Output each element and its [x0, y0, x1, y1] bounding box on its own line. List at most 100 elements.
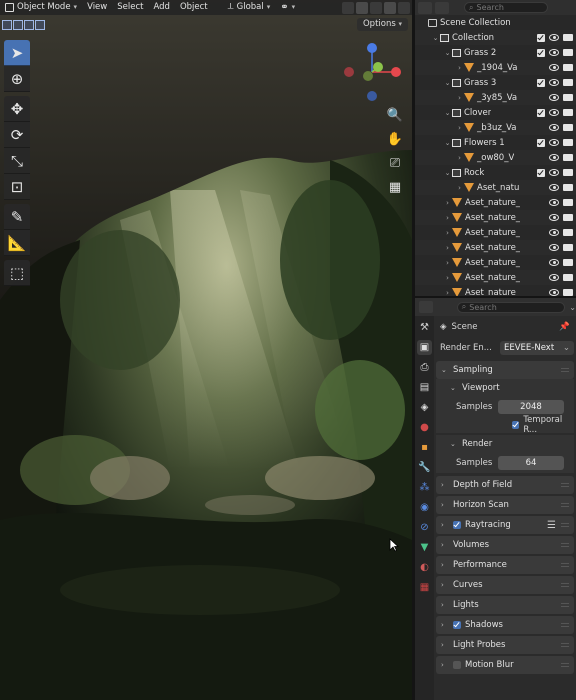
gizmo-neg-x-icon[interactable] [344, 67, 354, 77]
chevron-down-icon[interactable]: ⌄ [431, 34, 440, 42]
chevron-right-icon[interactable]: › [455, 124, 464, 132]
panel-enable-checkbox[interactable] [453, 521, 461, 529]
cursor-tool-button[interactable]: ⊕ [4, 66, 30, 92]
chevron-right-icon[interactable]: › [443, 274, 452, 282]
output-tab-icon[interactable]: ⎙ [417, 360, 432, 375]
camera-icon[interactable] [563, 229, 573, 236]
world-tab-icon[interactable]: ● [417, 420, 432, 435]
gizmo-y-icon[interactable] [373, 62, 383, 72]
drag-handle-icon[interactable] [561, 368, 569, 372]
navigation-gizmo[interactable] [342, 40, 406, 104]
drag-handle-icon[interactable] [561, 643, 569, 647]
panel-header[interactable]: › Shadows [436, 616, 574, 634]
drag-handle-icon[interactable] [561, 483, 569, 487]
eye-icon[interactable] [549, 124, 559, 131]
camera-icon[interactable] [563, 184, 573, 191]
constraints-tab-icon[interactable]: ⊘ [417, 520, 432, 535]
eye-icon[interactable] [549, 199, 559, 206]
select-extend-icon[interactable] [13, 19, 23, 30]
eye-icon[interactable] [549, 49, 559, 56]
editor-type-icon[interactable] [419, 301, 433, 313]
camera-icon[interactable] [563, 259, 573, 266]
data-tab-icon[interactable]: ▼ [417, 540, 432, 555]
camera-icon[interactable] [563, 289, 573, 296]
snap-icon[interactable] [342, 1, 354, 14]
editor-type-icon[interactable] [418, 1, 432, 14]
3d-viewport[interactable]: Object Mode ▾ View Select Add Object ⟂ G… [0, 0, 412, 700]
exclude-checkbox[interactable] [537, 33, 545, 42]
render-subpanel-header[interactable]: ⌄ Render [436, 435, 574, 453]
drag-handle-icon[interactable] [561, 663, 569, 667]
temporal-checkbox[interactable] [512, 421, 520, 429]
move-tool-button[interactable]: ✥ [4, 96, 30, 122]
panel-header[interactable]: › Lights [436, 596, 574, 614]
outliner-collection-row[interactable]: ⌄ Grass 2 [415, 45, 576, 60]
chevron-down-icon[interactable]: ⌄ [569, 303, 576, 312]
scale-tool-button[interactable]: ⤡ [4, 148, 30, 174]
camera-icon[interactable] [563, 139, 573, 146]
exclude-checkbox[interactable] [537, 138, 545, 147]
gizmo-z-icon[interactable] [367, 43, 377, 53]
chevron-right-icon[interactable]: › [443, 199, 452, 207]
panel-header[interactable]: › Light Probes [436, 636, 574, 654]
texture-tab-icon[interactable]: ▦ [417, 580, 432, 595]
viewport-subpanel-header[interactable]: ⌄ Viewport [436, 379, 574, 397]
chevron-right-icon[interactable]: › [455, 94, 464, 102]
annotate-tool-button[interactable]: ✎ [4, 204, 30, 230]
camera-icon[interactable] [563, 34, 573, 41]
panel-header[interactable]: › Curves [436, 576, 574, 594]
gizmo-neg-z-icon[interactable] [367, 91, 377, 101]
eye-icon[interactable] [549, 139, 559, 146]
chevron-down-icon[interactable]: ⌄ [443, 49, 452, 57]
camera-view-icon[interactable]: ⎚ [386, 154, 404, 172]
outliner-object-row[interactable]: › Aset_nature_ [415, 285, 576, 296]
menu-object[interactable]: Object [175, 0, 213, 15]
measure-tool-button[interactable]: 📐 [4, 230, 30, 256]
eye-icon[interactable] [549, 154, 559, 161]
render-tab-icon[interactable]: ▣ [417, 340, 432, 355]
panel-enable-checkbox[interactable] [453, 661, 461, 669]
camera-icon[interactable] [563, 49, 573, 56]
material-tab-icon[interactable]: ◐ [417, 560, 432, 575]
panel-header[interactable]: › Motion Blur [436, 656, 574, 674]
outliner-collection-row[interactable]: ⌄ Rock [415, 165, 576, 180]
camera-icon[interactable] [563, 154, 573, 161]
chevron-right-icon[interactable]: › [443, 229, 452, 237]
rotate-tool-button[interactable]: ⟳ [4, 122, 30, 148]
chevron-right-icon[interactable]: › [443, 214, 452, 222]
panel-header[interactable]: › Raytracing ☰ [436, 516, 574, 534]
drag-handle-icon[interactable] [561, 523, 569, 527]
panel-header[interactable]: › Horizon Scan [436, 496, 574, 514]
camera-icon[interactable] [563, 64, 573, 71]
menu-view[interactable]: View [82, 0, 112, 15]
eye-icon[interactable] [549, 259, 559, 266]
pin-icon[interactable]: 📌 [559, 322, 570, 332]
outliner-collection-row[interactable]: ⌄ Flowers 1 [415, 135, 576, 150]
drag-handle-icon[interactable] [561, 543, 569, 547]
drag-handle-icon[interactable] [561, 583, 569, 587]
transform-orientation[interactable]: ⟂ Global ▾ [223, 0, 276, 15]
render-samples-field[interactable]: 64 [498, 456, 564, 470]
camera-icon[interactable] [563, 79, 573, 86]
eye-icon[interactable] [549, 289, 559, 296]
chevron-right-icon[interactable]: › [443, 289, 452, 297]
select-tool-button[interactable]: ➤ [4, 40, 30, 66]
eye-icon[interactable] [549, 109, 559, 116]
transform-tool-button[interactable]: ⊡ [4, 174, 30, 200]
scene-tab-icon[interactable]: ◈ [417, 400, 432, 415]
list-menu-icon[interactable]: ☰ [547, 520, 556, 531]
outliner-collection-row[interactable]: ⌄ Clover [415, 105, 576, 120]
outliner-object-row[interactable]: › _ow80_V [415, 150, 576, 165]
pan-hand-icon[interactable]: ✋ [386, 130, 404, 148]
chevron-down-icon[interactable]: ⌄ [443, 169, 452, 177]
zoom-icon[interactable]: 🔍 [386, 106, 404, 124]
drag-handle-icon[interactable] [561, 563, 569, 567]
outliner-collection-row[interactable]: ⌄ Grass 3 [415, 75, 576, 90]
outliner-collection-row[interactable]: ⌄ Collection [415, 30, 576, 45]
camera-icon[interactable] [563, 244, 573, 251]
object-tab-icon[interactable]: ▪ [417, 440, 432, 455]
render-engine-dropdown[interactable]: EEVEE-Next ⌄ [500, 341, 574, 355]
panel-header[interactable]: › Depth of Field [436, 476, 574, 494]
eye-icon[interactable] [549, 64, 559, 71]
outliner-scene-row[interactable]: Scene Collection [415, 15, 576, 30]
